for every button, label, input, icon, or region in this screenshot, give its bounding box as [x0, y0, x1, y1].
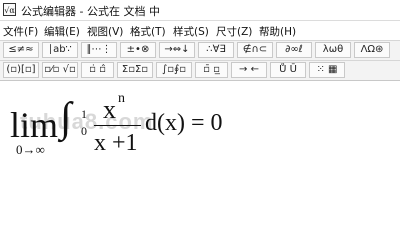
numerator-base: x — [103, 95, 116, 124]
menu-style[interactable]: 样式(S) — [173, 24, 209, 39]
underbars-overbars-palette-button[interactable]: ▫̄ ▫̲ — [195, 62, 228, 78]
menu-help[interactable]: 帮助(H) — [259, 24, 296, 39]
numerator-exponent: n — [118, 91, 125, 106]
relations-palette-button[interactable]: ≤≠≈ — [3, 42, 39, 58]
limit-subscript: 0→∞ — [16, 142, 45, 157]
symbol-palette-row: ≤≠≈ ∣ab∵ ∥⋯⋮ ±•⊗ →⇔↓ ∴∀∃ ∉∩⊂ ∂∞ℓ λωθ ΛΩ⊛ — [0, 40, 400, 60]
integrals-palette-button[interactable]: ∫▫∮▫ — [156, 62, 192, 78]
embellishments-palette-button[interactable]: ∥⋯⋮ — [81, 42, 117, 58]
logic-palette-button[interactable]: ∴∀∃ — [198, 42, 234, 58]
greek-uppercase-palette-button[interactable]: ΛΩ⊛ — [354, 42, 390, 58]
fraction-bar — [94, 125, 141, 126]
title-bar: √α 公式编辑器 - 公式在 文档 中 — [0, 0, 400, 21]
fences-palette-button[interactable]: (▫)[▫] — [3, 62, 39, 78]
template-palette-row: (▫)[▫] ▫⁄▫ √▫ ▫̇ ▫̂ Σ▫Σ▫ ∫▫∮▫ ▫̄ ▫̲ → ← … — [0, 60, 400, 81]
spaces-ellipses-palette-button[interactable]: ∣ab∵ — [42, 42, 78, 58]
integral-lower-limit: 0 — [81, 124, 87, 138]
misc-symbols-palette-button[interactable]: ∂∞ℓ — [276, 42, 312, 58]
fractions-radicals-palette-button[interactable]: ▫⁄▫ √▫ — [42, 62, 78, 78]
operators-palette-button[interactable]: ±•⊗ — [120, 42, 156, 58]
equation-editor-icon[interactable]: √α — [3, 3, 16, 16]
summations-palette-button[interactable]: Σ▫Σ▫ — [117, 62, 153, 78]
set-theory-palette-button[interactable]: ∉∩⊂ — [237, 42, 273, 58]
equation-editor-area[interactable]: tuhua8.com lim 0→∞ ∫ 1 0 x n x +1 d(x) =… — [0, 81, 400, 240]
arrows-palette-button[interactable]: →⇔↓ — [159, 42, 195, 58]
matrices-palette-button[interactable]: ⁙ ▦ — [309, 62, 345, 78]
greek-lowercase-palette-button[interactable]: λωθ — [315, 42, 351, 58]
integral-upper-limit: 1 — [81, 107, 87, 121]
menu-bar: 文件(F) 编辑(E) 视图(V) 格式(T) 样式(S) 尺寸(Z) 帮助(H… — [0, 22, 400, 39]
menu-size[interactable]: 尺寸(Z) — [216, 24, 252, 39]
differential-and-equals: d(x) = 0 — [145, 110, 223, 136]
menu-edit[interactable]: 编辑(E) — [44, 24, 80, 39]
menu-file[interactable]: 文件(F) — [3, 24, 38, 39]
integral-sign: ∫ — [60, 95, 72, 141]
window-title: 公式编辑器 - 公式在 文档 中 — [21, 5, 160, 18]
limit-operator: lim — [10, 105, 59, 145]
menu-view[interactable]: 视图(V) — [87, 24, 123, 39]
labeled-arrows-palette-button[interactable]: → ← — [231, 62, 267, 78]
products-palette-button[interactable]: Ů Ṻ — [270, 62, 306, 78]
scripts-palette-button[interactable]: ▫̇ ▫̂ — [81, 62, 114, 78]
menu-format[interactable]: 格式(T) — [130, 24, 166, 39]
denominator: x +1 — [94, 130, 138, 156]
